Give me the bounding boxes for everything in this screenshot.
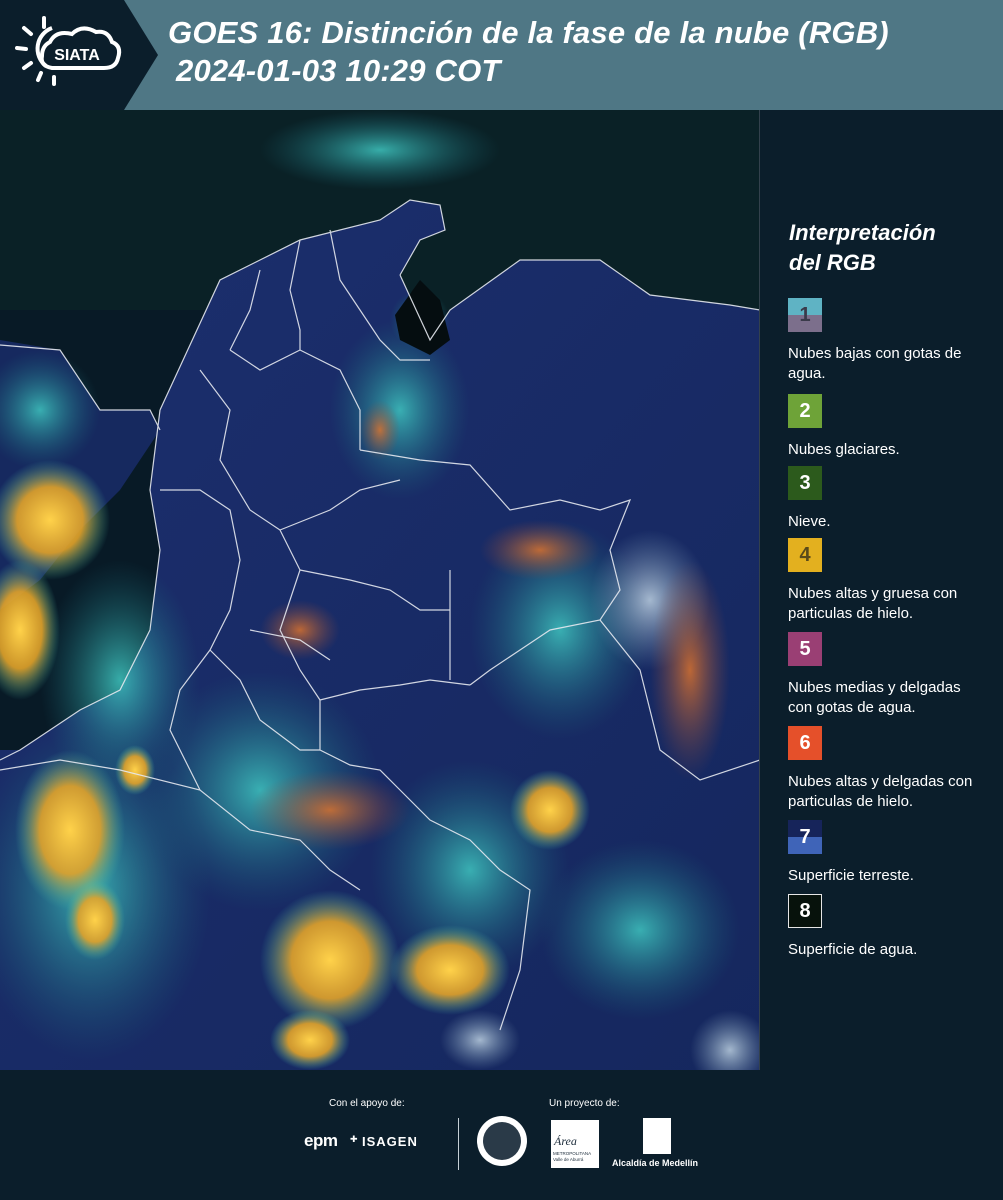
page-title: GOES 16: Distinción de la fase de la nub…: [168, 14, 889, 90]
isagen-mark-icon: ✚: [350, 1134, 358, 1144]
legend-swatch: 7: [788, 820, 822, 854]
legend-title-line-1: Interpretación: [789, 220, 936, 245]
legend-swatch: 4: [788, 538, 822, 572]
area-metropolitana-logo[interactable]: Área METROPOLITANA Valle de Aburrá: [551, 1120, 599, 1168]
legend-label: Superficie de agua.: [788, 941, 918, 958]
satellite-image[interactable]: [0, 110, 760, 1070]
legend-label: Nubes altas y delgadas con particulas de…: [788, 773, 973, 810]
university-seal-logo[interactable]: [477, 1116, 527, 1166]
legend-title-line-2: del RGB: [789, 250, 876, 275]
title-line-1: GOES 16: Distinción de la fase de la nub…: [168, 15, 889, 50]
logo-text: SIATA: [54, 47, 100, 64]
alcaldia-shield-icon[interactable]: [643, 1118, 671, 1154]
legend-label: Nubes bajas con gotas de agua.: [788, 345, 962, 382]
title-line-2: 2024-01-03 10:29 COT: [176, 53, 501, 88]
area-logo-subtext: METROPOLITANA Valle de Aburrá: [553, 1151, 591, 1162]
footer: Con el apoyo de: Un proyecto de: epm ✚ I…: [0, 1070, 1003, 1200]
project-label: Un proyecto de:: [549, 1098, 620, 1109]
support-label: Con el apoyo de:: [329, 1098, 405, 1109]
legend-swatch: 6: [788, 726, 822, 760]
legend-label: Superficie terreste.: [788, 867, 914, 884]
isagen-logo[interactable]: ISAGEN: [362, 1134, 418, 1149]
seal-icon: [483, 1122, 521, 1160]
epm-logo[interactable]: epm: [304, 1131, 338, 1151]
legend-label: Nubes medias y delgadas con gotas de agu…: [788, 679, 961, 716]
area-logo-text: Área: [554, 1134, 577, 1148]
legend-swatch: 3: [788, 466, 822, 500]
legend-swatch: 2: [788, 394, 822, 428]
siata-logo[interactable]: SIATA: [0, 0, 158, 110]
header-bar: SIATA GOES 16: Distinción de la fase de …: [0, 0, 1003, 110]
legend-label: Nieve.: [788, 513, 831, 530]
legend-swatch: 5: [788, 632, 822, 666]
siata-logo-graphic: SIATA: [0, 0, 158, 110]
legend-swatch: 8: [788, 894, 822, 928]
legend-label: Nubes altas y gruesa con particulas de h…: [788, 585, 958, 622]
alcaldia-medellin-label[interactable]: Alcaldía de Medellín: [612, 1158, 698, 1168]
legend-panel: Interpretación del RGB 1 Nubes bajas con…: [762, 110, 1003, 1070]
legend-title: Interpretación del RGB: [789, 218, 936, 278]
footer-divider: [458, 1118, 459, 1170]
satellite-render: [0, 110, 760, 1070]
legend-label: Nubes glaciares.: [788, 441, 900, 458]
legend-swatch: 1: [788, 298, 822, 332]
